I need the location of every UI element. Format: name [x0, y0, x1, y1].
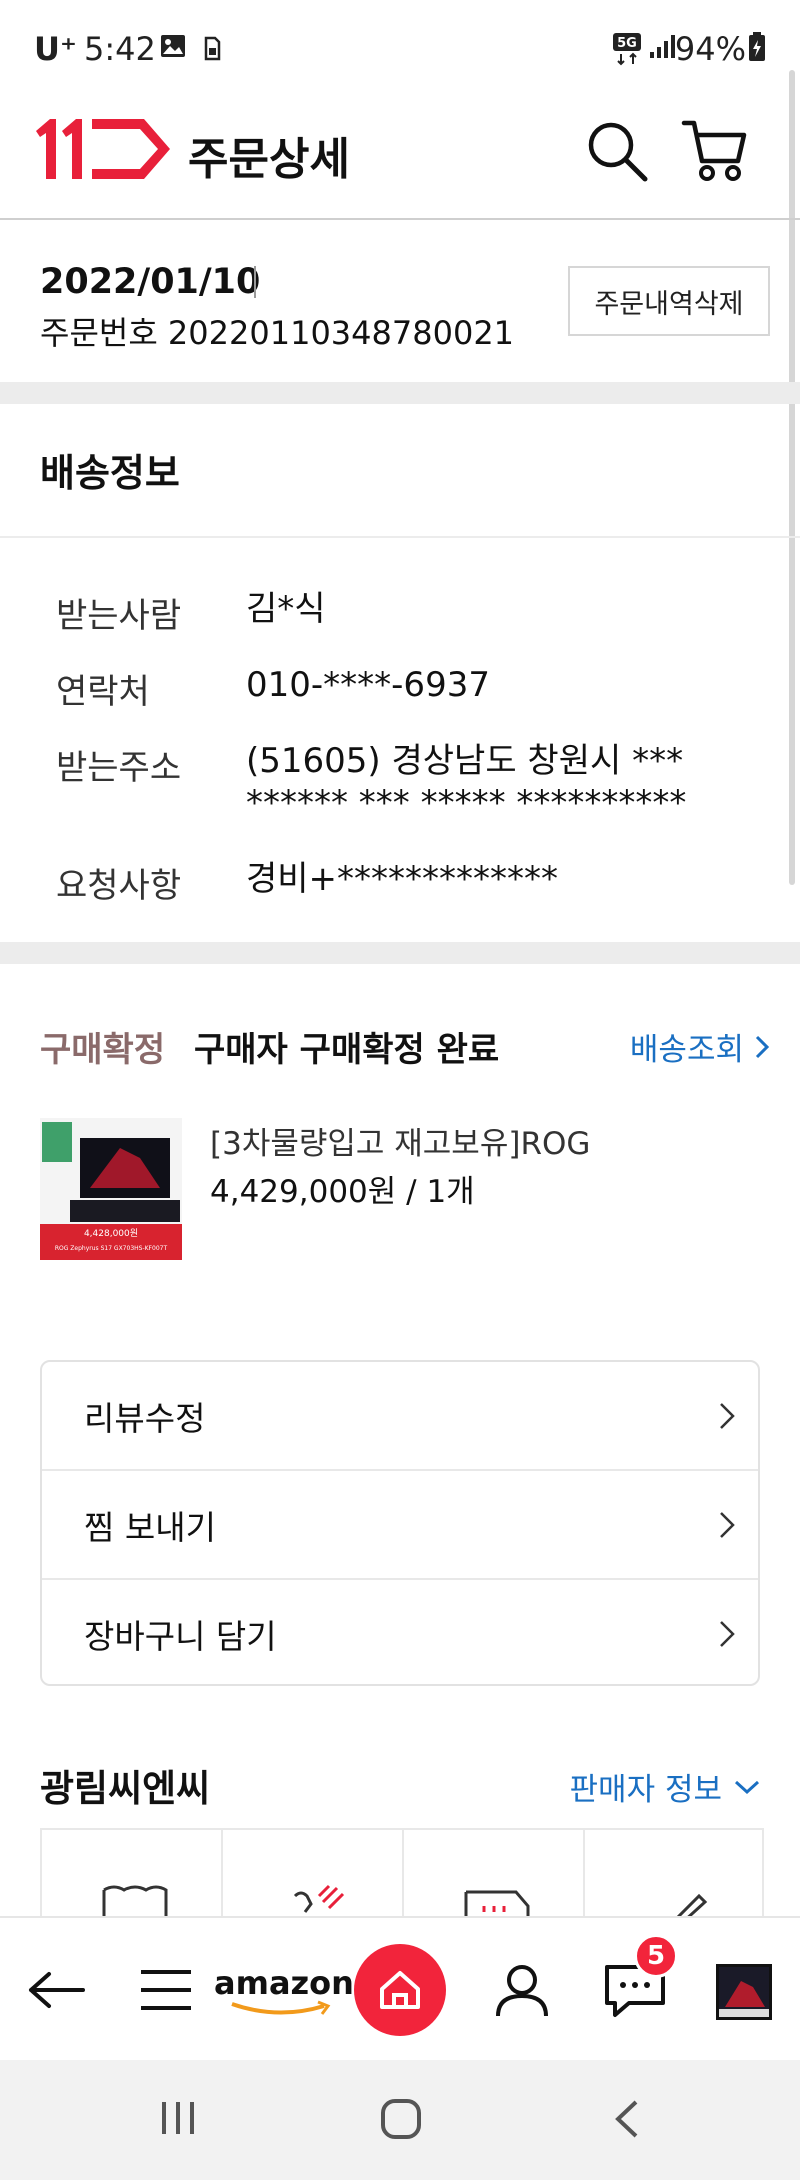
seller-menu-grid — [40, 1828, 766, 1924]
seller-store-button[interactable] — [42, 1830, 223, 1924]
chevron-right-icon — [720, 1621, 735, 1647]
image-icon — [160, 34, 186, 62]
product-price: 4,429,000원 / 1개 — [210, 1174, 475, 1210]
chevron-down-icon — [734, 1780, 760, 1794]
status-time: 5:42 — [84, 30, 156, 68]
svg-text:5G: 5G — [617, 36, 637, 51]
amazon-label: amazon — [214, 1964, 354, 2002]
status-label: 구매확정 — [40, 1030, 166, 1070]
order-summary: 2022/01/10 주문번호 20220110348780021 주문내역삭제 — [0, 222, 800, 382]
page-title: 주문상세 — [188, 134, 350, 185]
recipient-label: 받는사람 — [56, 596, 182, 636]
seller-name: 광림씨엔씨 — [40, 1767, 211, 1810]
section-divider — [0, 382, 800, 404]
cart-icon[interactable] — [680, 115, 750, 189]
network-5g-icon: 5G — [612, 32, 642, 70]
request-value: 경비+************* — [246, 859, 559, 899]
notification-badge: 5 — [634, 1934, 678, 1978]
add-to-cart-label: 장바구니 담기 — [84, 1617, 277, 1656]
contact-label: 연락처 — [56, 672, 150, 712]
11st-logo[interactable] — [34, 115, 174, 187]
product-thumbnail[interactable]: 4,428,000원 ROG Zephyrus S17 GX703HS-KF00… — [40, 1118, 182, 1260]
order-date: 2022/01/10 — [40, 262, 261, 302]
home-icon — [354, 1944, 446, 2036]
seller-info-label: 판매자 정보 — [569, 1772, 722, 1808]
search-icon[interactable] — [585, 119, 649, 187]
menu-icon[interactable] — [136, 1918, 196, 2062]
tracking-link-label: 배송조회 — [629, 1032, 744, 1068]
divider — [254, 266, 256, 298]
battery-percent: 94% — [674, 30, 746, 68]
svg-text:ROG Zephyrus S17 GX703HS-KF007: ROG Zephyrus S17 GX703HS-KF007T — [55, 1245, 168, 1252]
recent-item[interactable] — [716, 1964, 772, 2020]
tracking-link[interactable]: 배송조회 — [630, 1024, 770, 1069]
address-value: (51605) 경상남도 창원시 *** — [246, 741, 684, 781]
svg-text:4,428,000원: 4,428,000원 — [84, 1228, 138, 1239]
shipping-title: 배송정보 — [40, 451, 180, 495]
product-name[interactable]: [3차물량입고 재고보유]ROG — [210, 1118, 590, 1163]
amazon-smile-icon — [231, 2000, 331, 2015]
amazon-logo[interactable]: amazon — [210, 1918, 354, 2062]
send-wishlist-button[interactable]: 찜 보내기 — [42, 1471, 758, 1579]
header: 주문상세 — [0, 95, 800, 220]
seller-info-link[interactable]: 판매자 정보 — [570, 1764, 760, 1809]
seller-write-button[interactable] — [585, 1830, 766, 1924]
bottom-nav-bar: amazon 5 — [0, 1916, 800, 2060]
signal-icon — [648, 34, 676, 64]
contact-value: 010-****-6937 — [246, 665, 490, 705]
home-button-icon[interactable] — [380, 2098, 422, 2144]
address-value-detail: ****** *** ***** ********** — [246, 783, 687, 823]
sim-icon — [203, 34, 221, 66]
delete-order-button[interactable]: 주문내역삭제 — [568, 266, 770, 336]
back-button-icon[interactable] — [612, 2098, 642, 2144]
action-list: 리뷰수정 찜 보내기 장바구니 담기 — [40, 1360, 760, 1686]
chevron-right-icon — [720, 1403, 735, 1429]
carrier-label: U⁺ — [34, 30, 77, 68]
seller-call-button[interactable] — [223, 1830, 404, 1924]
chevron-right-icon — [755, 1035, 770, 1058]
recent-apps-icon[interactable] — [158, 2098, 198, 2142]
back-icon[interactable] — [22, 1918, 92, 2062]
send-wishlist-label: 찜 보내기 — [84, 1508, 216, 1547]
address-label: 받는주소 — [56, 748, 182, 788]
request-label: 요청사항 — [56, 866, 182, 906]
android-nav-bar — [0, 2060, 800, 2180]
section-divider — [0, 942, 800, 964]
review-edit-button[interactable]: 리뷰수정 — [42, 1362, 758, 1470]
purchase-status: 구매확정 구매자 구매확정 완료 배송조회 — [40, 1020, 770, 1070]
chevron-right-icon — [720, 1512, 735, 1538]
status-text: 구매자 구매확정 완료 — [194, 1030, 500, 1070]
order-number: 주문번호 20220110348780021 — [40, 314, 515, 352]
recipient-value: 김*식 — [246, 589, 326, 629]
user-icon[interactable] — [492, 1918, 552, 2062]
status-bar: U⁺ 5:42 5G 94% — [0, 0, 800, 90]
add-to-cart-button[interactable]: 장바구니 담기 — [42, 1580, 758, 1688]
seller-chat-button[interactable] — [404, 1830, 585, 1924]
battery-icon — [748, 32, 766, 66]
review-edit-label: 리뷰수정 — [84, 1399, 206, 1438]
divider — [0, 536, 800, 538]
product-item[interactable]: 4,428,000원 ROG Zephyrus S17 GX703HS-KF00… — [40, 1118, 770, 1260]
home-button[interactable] — [354, 1918, 446, 2062]
